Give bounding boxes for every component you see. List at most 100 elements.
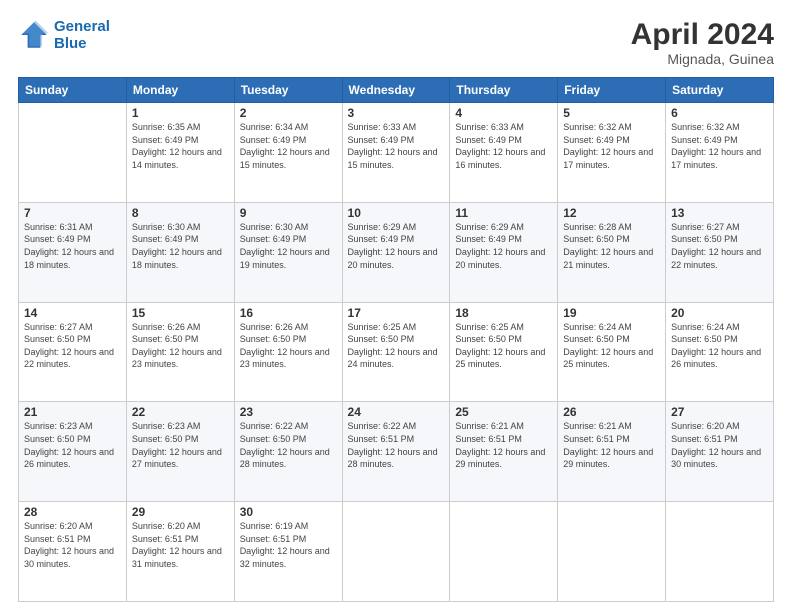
table-cell: 22 Sunrise: 6:23 AM Sunset: 6:50 PM Dayl…: [126, 402, 234, 502]
daylight-text: Daylight: 12 hours and 20 minutes.: [348, 246, 445, 271]
sunset-text: Sunset: 6:49 PM: [132, 134, 229, 147]
day-number: 14: [24, 306, 121, 320]
logo-line2: Blue: [54, 35, 87, 52]
day-info: Sunrise: 6:25 AM Sunset: 6:50 PM Dayligh…: [455, 321, 552, 371]
sunrise-text: Sunrise: 6:29 AM: [348, 221, 445, 234]
header-sunday: Sunday: [19, 78, 127, 103]
sunset-text: Sunset: 6:50 PM: [563, 233, 660, 246]
sunset-text: Sunset: 6:50 PM: [240, 433, 337, 446]
day-info: Sunrise: 6:24 AM Sunset: 6:50 PM Dayligh…: [563, 321, 660, 371]
sunrise-text: Sunrise: 6:21 AM: [563, 420, 660, 433]
day-number: 15: [132, 306, 229, 320]
day-info: Sunrise: 6:24 AM Sunset: 6:50 PM Dayligh…: [671, 321, 768, 371]
table-cell: 3 Sunrise: 6:33 AM Sunset: 6:49 PM Dayli…: [342, 103, 450, 203]
sunrise-text: Sunrise: 6:32 AM: [563, 121, 660, 134]
day-info: Sunrise: 6:33 AM Sunset: 6:49 PM Dayligh…: [348, 121, 445, 171]
sunset-text: Sunset: 6:51 PM: [348, 433, 445, 446]
sunset-text: Sunset: 6:49 PM: [563, 134, 660, 147]
sunset-text: Sunset: 6:51 PM: [671, 433, 768, 446]
sunset-text: Sunset: 6:49 PM: [240, 134, 337, 147]
table-cell: 15 Sunrise: 6:26 AM Sunset: 6:50 PM Dayl…: [126, 302, 234, 402]
title-block: April 2024 Mignada, Guinea: [631, 18, 774, 67]
table-cell: 29 Sunrise: 6:20 AM Sunset: 6:51 PM Dayl…: [126, 502, 234, 602]
location-subtitle: Mignada, Guinea: [631, 51, 774, 67]
daylight-text: Daylight: 12 hours and 15 minutes.: [240, 146, 337, 171]
sunrise-text: Sunrise: 6:32 AM: [671, 121, 768, 134]
day-number: 1: [132, 106, 229, 120]
header-monday: Monday: [126, 78, 234, 103]
daylight-text: Daylight: 12 hours and 23 minutes.: [240, 346, 337, 371]
table-cell: 6 Sunrise: 6:32 AM Sunset: 6:49 PM Dayli…: [666, 103, 774, 203]
day-number: 12: [563, 206, 660, 220]
sunrise-text: Sunrise: 6:27 AM: [24, 321, 121, 334]
day-number: 27: [671, 405, 768, 419]
sunrise-text: Sunrise: 6:20 AM: [24, 520, 121, 533]
logo-line1: General: [54, 18, 110, 35]
table-cell: [450, 502, 558, 602]
header-wednesday: Wednesday: [342, 78, 450, 103]
daylight-text: Daylight: 12 hours and 23 minutes.: [132, 346, 229, 371]
table-cell: 23 Sunrise: 6:22 AM Sunset: 6:50 PM Dayl…: [234, 402, 342, 502]
day-info: Sunrise: 6:29 AM Sunset: 6:49 PM Dayligh…: [455, 221, 552, 271]
sunrise-text: Sunrise: 6:22 AM: [240, 420, 337, 433]
day-info: Sunrise: 6:28 AM Sunset: 6:50 PM Dayligh…: [563, 221, 660, 271]
daylight-text: Daylight: 12 hours and 29 minutes.: [563, 446, 660, 471]
daylight-text: Daylight: 12 hours and 18 minutes.: [132, 246, 229, 271]
week-row-4: 21 Sunrise: 6:23 AM Sunset: 6:50 PM Dayl…: [19, 402, 774, 502]
table-cell: 30 Sunrise: 6:19 AM Sunset: 6:51 PM Dayl…: [234, 502, 342, 602]
sunset-text: Sunset: 6:50 PM: [348, 333, 445, 346]
sunset-text: Sunset: 6:51 PM: [455, 433, 552, 446]
sunrise-text: Sunrise: 6:24 AM: [671, 321, 768, 334]
day-info: Sunrise: 6:22 AM Sunset: 6:51 PM Dayligh…: [348, 420, 445, 470]
logo: General Blue: [18, 18, 110, 53]
sunset-text: Sunset: 6:49 PM: [132, 233, 229, 246]
sunrise-text: Sunrise: 6:21 AM: [455, 420, 552, 433]
daylight-text: Daylight: 12 hours and 29 minutes.: [455, 446, 552, 471]
week-row-5: 28 Sunrise: 6:20 AM Sunset: 6:51 PM Dayl…: [19, 502, 774, 602]
table-cell: 14 Sunrise: 6:27 AM Sunset: 6:50 PM Dayl…: [19, 302, 127, 402]
sunrise-text: Sunrise: 6:22 AM: [348, 420, 445, 433]
table-cell: 18 Sunrise: 6:25 AM Sunset: 6:50 PM Dayl…: [450, 302, 558, 402]
table-cell: [666, 502, 774, 602]
sunset-text: Sunset: 6:49 PM: [671, 134, 768, 147]
table-cell: 12 Sunrise: 6:28 AM Sunset: 6:50 PM Dayl…: [558, 202, 666, 302]
day-number: 24: [348, 405, 445, 419]
week-row-1: 1 Sunrise: 6:35 AM Sunset: 6:49 PM Dayli…: [19, 103, 774, 203]
day-info: Sunrise: 6:27 AM Sunset: 6:50 PM Dayligh…: [24, 321, 121, 371]
sunrise-text: Sunrise: 6:31 AM: [24, 221, 121, 234]
sunrise-text: Sunrise: 6:26 AM: [132, 321, 229, 334]
day-number: 2: [240, 106, 337, 120]
day-info: Sunrise: 6:23 AM Sunset: 6:50 PM Dayligh…: [24, 420, 121, 470]
daylight-text: Daylight: 12 hours and 22 minutes.: [671, 246, 768, 271]
sunrise-text: Sunrise: 6:24 AM: [563, 321, 660, 334]
header-saturday: Saturday: [666, 78, 774, 103]
day-number: 18: [455, 306, 552, 320]
day-number: 21: [24, 405, 121, 419]
table-cell: 7 Sunrise: 6:31 AM Sunset: 6:49 PM Dayli…: [19, 202, 127, 302]
table-cell: 1 Sunrise: 6:35 AM Sunset: 6:49 PM Dayli…: [126, 103, 234, 203]
sunrise-text: Sunrise: 6:30 AM: [132, 221, 229, 234]
sunset-text: Sunset: 6:50 PM: [24, 433, 121, 446]
table-cell: 17 Sunrise: 6:25 AM Sunset: 6:50 PM Dayl…: [342, 302, 450, 402]
table-cell: 10 Sunrise: 6:29 AM Sunset: 6:49 PM Dayl…: [342, 202, 450, 302]
sunset-text: Sunset: 6:49 PM: [240, 233, 337, 246]
daylight-text: Daylight: 12 hours and 20 minutes.: [455, 246, 552, 271]
day-info: Sunrise: 6:27 AM Sunset: 6:50 PM Dayligh…: [671, 221, 768, 271]
day-info: Sunrise: 6:25 AM Sunset: 6:50 PM Dayligh…: [348, 321, 445, 371]
sunset-text: Sunset: 6:51 PM: [563, 433, 660, 446]
week-row-3: 14 Sunrise: 6:27 AM Sunset: 6:50 PM Dayl…: [19, 302, 774, 402]
day-number: 20: [671, 306, 768, 320]
sunrise-text: Sunrise: 6:19 AM: [240, 520, 337, 533]
day-info: Sunrise: 6:21 AM Sunset: 6:51 PM Dayligh…: [455, 420, 552, 470]
sunrise-text: Sunrise: 6:30 AM: [240, 221, 337, 234]
daylight-text: Daylight: 12 hours and 27 minutes.: [132, 446, 229, 471]
day-info: Sunrise: 6:35 AM Sunset: 6:49 PM Dayligh…: [132, 121, 229, 171]
table-cell: 4 Sunrise: 6:33 AM Sunset: 6:49 PM Dayli…: [450, 103, 558, 203]
header: General Blue April 2024 Mignada, Guinea: [18, 18, 774, 67]
daylight-text: Daylight: 12 hours and 25 minutes.: [455, 346, 552, 371]
day-info: Sunrise: 6:19 AM Sunset: 6:51 PM Dayligh…: [240, 520, 337, 570]
table-cell: 13 Sunrise: 6:27 AM Sunset: 6:50 PM Dayl…: [666, 202, 774, 302]
sunset-text: Sunset: 6:50 PM: [132, 433, 229, 446]
daylight-text: Daylight: 12 hours and 32 minutes.: [240, 545, 337, 570]
header-tuesday: Tuesday: [234, 78, 342, 103]
